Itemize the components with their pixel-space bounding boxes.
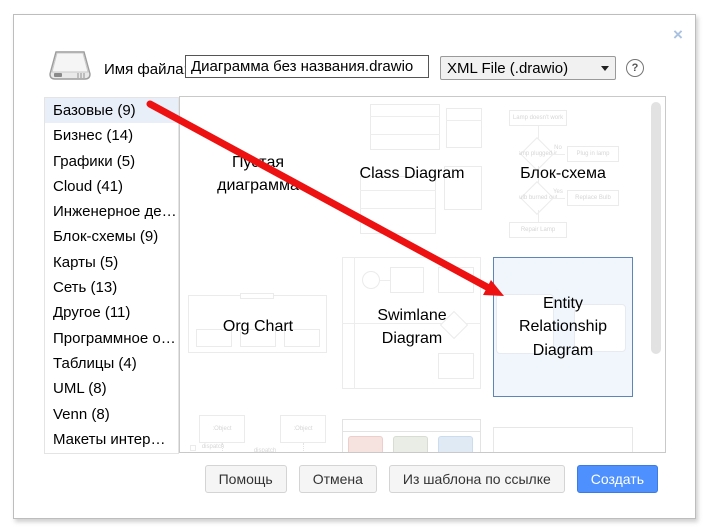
scrollbar[interactable] xyxy=(649,97,663,452)
template-swimlane-diagram[interactable]: Swimlane Diagram xyxy=(342,257,482,397)
template-label: Org Chart xyxy=(217,315,299,338)
sidebar-item-uml[interactable]: UML (8) xyxy=(45,376,178,401)
help-icon[interactable]: ? xyxy=(626,59,644,77)
sidebar-item-engineering[interactable]: Инженерное де… xyxy=(45,199,178,224)
preview-text: Replace Bulb xyxy=(567,190,619,206)
filename-label: Имя файла: xyxy=(104,61,188,78)
template-sequence-diagram[interactable]: :Object :Object dispatch dispatch xyxy=(188,415,328,453)
filetype-selected-value: XML File (.drawio) xyxy=(447,60,597,77)
preview-text: No xyxy=(551,144,565,152)
template-entity-relationship-diagram[interactable]: Entity Relationship Diagram xyxy=(493,257,633,397)
create-diagram-dialog: × Имя файла: XML File (.drawio) ? Базовы… xyxy=(13,14,696,519)
scrollbar-thumb[interactable] xyxy=(651,102,661,354)
help-button[interactable]: Помощь xyxy=(205,465,287,493)
sidebar-item-basic[interactable]: Базовые (9) xyxy=(45,98,178,123)
sidebar-item-flowcharts[interactable]: Блок-схемы (9) xyxy=(45,224,178,249)
preview-text: dispatch xyxy=(198,442,228,452)
dropdown-caret-icon xyxy=(601,66,609,71)
sidebar-item-venn[interactable]: Venn (8) xyxy=(45,402,178,427)
preview-text: Plug in lamp xyxy=(567,146,619,162)
cancel-button[interactable]: Отмена xyxy=(299,465,377,493)
filetype-select[interactable]: XML File (.drawio) xyxy=(440,56,616,80)
sidebar-item-cloud[interactable]: Cloud (41) xyxy=(45,174,178,199)
page: × Имя файла: XML File (.drawio) ? Базовы… xyxy=(0,0,716,532)
create-button[interactable]: Создать xyxy=(577,465,658,493)
from-template-url-button[interactable]: Из шаблона по ссылке xyxy=(389,465,565,493)
category-list: Базовые (9) Бизнес (14) Графики (5) Clou… xyxy=(44,97,179,454)
sidebar-item-business[interactable]: Бизнес (14) xyxy=(45,123,178,148)
sidebar-item-tables[interactable]: Таблицы (4) xyxy=(45,351,178,376)
sidebar-item-network[interactable]: Сеть (13) xyxy=(45,275,178,300)
preview-text: :Object xyxy=(280,415,326,443)
disk-drive-icon xyxy=(49,48,91,84)
close-icon[interactable]: × xyxy=(668,25,688,45)
template-mockup[interactable] xyxy=(342,415,482,453)
template-partial[interactable] xyxy=(493,415,633,453)
sidebar-item-software[interactable]: Программное о… xyxy=(45,326,178,351)
mockup-preview xyxy=(342,415,482,453)
preview-text: :Object xyxy=(199,415,245,443)
preview-text: Yes xyxy=(551,188,565,196)
template-area: Пустая диаграмма Class Diagram xyxy=(179,96,666,453)
template-label: Swimlane Diagram xyxy=(342,304,482,350)
template-class-diagram[interactable]: Class Diagram xyxy=(342,104,482,244)
template-blank-diagram[interactable]: Пустая диаграмма xyxy=(188,104,328,244)
preview-text: Lamp doesn't work xyxy=(509,110,567,126)
sidebar-item-mockups[interactable]: Макеты интер… xyxy=(45,427,178,452)
template-flowchart[interactable]: Lamp doesn't work Lamp plugged in? No Pl… xyxy=(493,104,633,244)
preview-text: Repair Lamp xyxy=(509,222,567,238)
filename-input[interactable] xyxy=(185,55,429,78)
preview-text: dispatch xyxy=(250,446,280,453)
template-org-chart[interactable]: Org Chart xyxy=(188,257,328,397)
template-label: Пустая диаграмма xyxy=(188,151,328,197)
template-label: Class Diagram xyxy=(354,162,471,185)
sidebar-item-other[interactable]: Другое (11) xyxy=(45,300,178,325)
sequence-preview: :Object :Object dispatch dispatch xyxy=(188,415,328,453)
template-label: Блок-схема xyxy=(514,162,612,185)
partial-preview xyxy=(493,415,633,453)
template-label: Entity Relationship Diagram xyxy=(494,292,632,362)
dialog-footer: Помощь Отмена Из шаблона по ссылке Созда… xyxy=(205,465,658,493)
sidebar-item-maps[interactable]: Карты (5) xyxy=(45,250,178,275)
sidebar-item-charts[interactable]: Графики (5) xyxy=(45,149,178,174)
